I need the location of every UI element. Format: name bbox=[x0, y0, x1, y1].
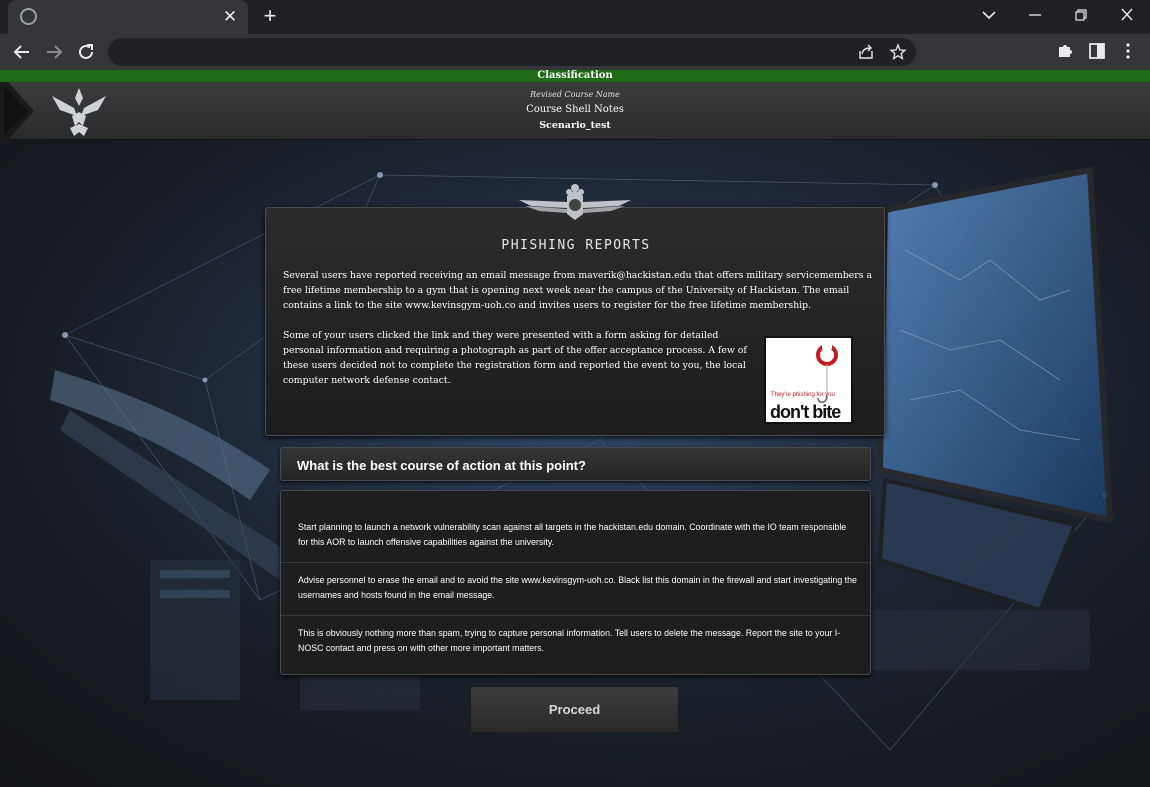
answer-options-list: Start planning to launch a network vulne… bbox=[280, 490, 871, 675]
reload-icon[interactable] bbox=[75, 41, 97, 63]
course-page: Classification Revised Course Name Cours… bbox=[0, 70, 1150, 787]
address-input[interactable] bbox=[126, 43, 826, 61]
extensions-puzzle-icon[interactable] bbox=[1055, 41, 1075, 61]
answer-option-1[interactable]: Start planning to launch a network vulne… bbox=[281, 510, 870, 563]
scenario-panel: PHISHING REPORTS Several users have repo… bbox=[265, 207, 885, 436]
forward-arrow-icon[interactable] bbox=[43, 41, 65, 63]
classification-banner: Classification bbox=[0, 70, 1150, 82]
question-header: What is the best course of action at thi… bbox=[280, 447, 871, 481]
browser-toolbar bbox=[0, 34, 1150, 70]
question-text: What is the best course of action at thi… bbox=[297, 458, 586, 473]
phishing-hook-image: They're phishing for you don't bite bbox=[764, 336, 853, 424]
answer-option-2[interactable]: Advise personnel to erase the email and … bbox=[281, 563, 870, 616]
close-window-icon[interactable] bbox=[1115, 4, 1139, 26]
browser-tab[interactable]: ✕ bbox=[8, 0, 248, 34]
answer-option-text: Start planning to launch a network vulne… bbox=[298, 522, 847, 547]
course-title: Course Shell Notes bbox=[526, 104, 624, 115]
winged-badge-emblem-icon bbox=[519, 184, 631, 220]
image-caption-large: don't bite bbox=[770, 402, 841, 422]
minimize-icon[interactable] bbox=[1023, 4, 1047, 26]
new-tab-button[interactable]: + bbox=[259, 5, 281, 27]
back-arrow-icon[interactable] bbox=[11, 41, 33, 63]
answer-option-text: Advise personnel to erase the email and … bbox=[298, 575, 857, 600]
tab-close-icon[interactable]: ✕ bbox=[220, 7, 240, 27]
proceed-button[interactable]: Proceed bbox=[470, 686, 679, 733]
address-bar[interactable] bbox=[108, 38, 916, 66]
scenario-paragraph-1: Several users have reported receiving an… bbox=[283, 270, 872, 311]
answer-option-text: This is obviously nothing more than spam… bbox=[298, 628, 841, 653]
kebab-menu-icon[interactable] bbox=[1118, 41, 1138, 61]
loading-favicon-icon bbox=[20, 8, 37, 25]
course-header: Revised Course Name Course Shell Notes S… bbox=[0, 82, 1150, 140]
browser-tabstrip: ✕ + bbox=[0, 0, 1150, 34]
scenario-title: PHISHING REPORTS bbox=[501, 238, 651, 253]
image-caption-small: They're phishing for you bbox=[771, 392, 835, 398]
restore-icon[interactable] bbox=[1069, 4, 1093, 26]
bookmark-star-icon[interactable] bbox=[889, 43, 907, 61]
share-icon[interactable] bbox=[857, 43, 875, 61]
course-name: Revised Course Name bbox=[530, 90, 620, 99]
tab-search-chevron-icon[interactable] bbox=[977, 4, 1001, 26]
scenario-name: Scenario_test bbox=[539, 120, 611, 131]
side-panel-icon[interactable] bbox=[1087, 41, 1107, 61]
answer-option-3[interactable]: This is obviously nothing more than spam… bbox=[281, 616, 870, 669]
scenario-paragraph-2: Some of your users clicked the link and … bbox=[283, 330, 747, 386]
